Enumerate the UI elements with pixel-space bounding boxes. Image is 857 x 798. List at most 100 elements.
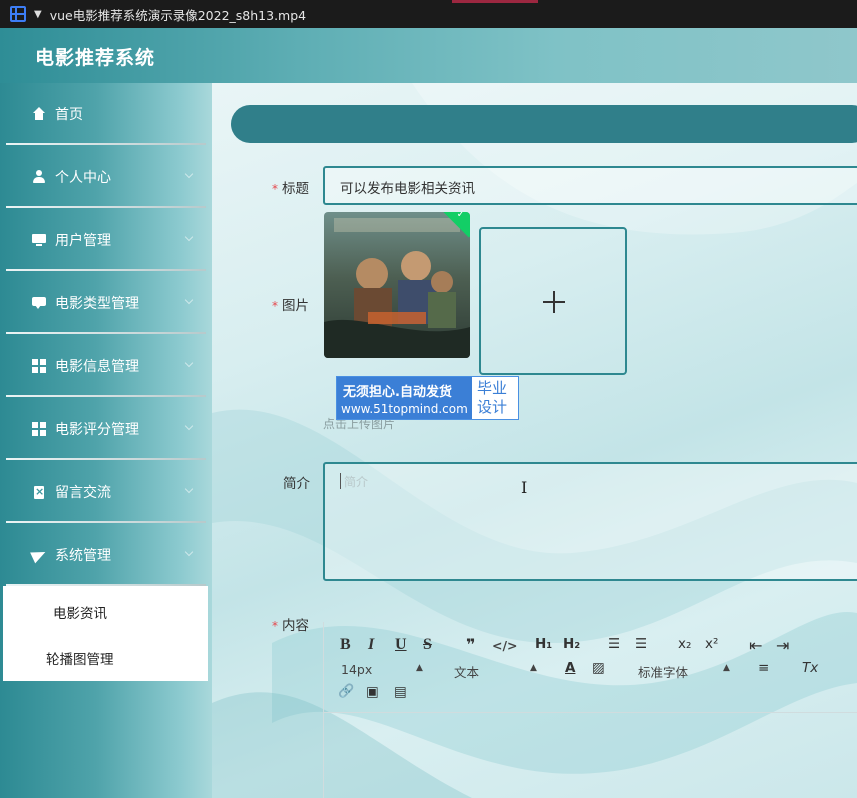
sidebar-item-system[interactable]: 系统管理 [6, 524, 206, 585]
grid-icon [32, 421, 46, 436]
image-button[interactable]: ▣ [366, 684, 379, 700]
blockquote-button[interactable]: ❞ [466, 635, 475, 654]
title-input-value: 可以发布电影相关资讯 [340, 181, 475, 197]
clear-format-button[interactable]: Tx [802, 660, 818, 676]
plus-icon [553, 291, 555, 313]
monitor-icon [32, 233, 46, 247]
title-label: * 标题 [272, 177, 309, 197]
sidebar-divider [6, 206, 206, 208]
sidebar-divider [6, 521, 206, 523]
image-upload-button[interactable] [479, 227, 627, 375]
font-size-arrow-icon[interactable]: ▲ [416, 663, 423, 673]
watermark-right: 毕业设计 [477, 379, 508, 416]
align-button[interactable]: ≡ [758, 660, 769, 676]
text-type-select[interactable]: 文本 [454, 662, 479, 681]
sidebar-item-label: 电影评分管理 [55, 421, 139, 438]
movie-poster-image [324, 212, 470, 358]
heading1-button[interactable]: H₁ [535, 636, 552, 652]
background-color-button[interactable]: ▨ [592, 660, 605, 676]
font-family-arrow-icon[interactable]: ▲ [723, 663, 730, 673]
indent-button[interactable]: ⇥ [776, 636, 789, 655]
sidebar-item-label: 留言交流 [55, 484, 111, 501]
app-header: 电影推荐系统 [0, 28, 857, 83]
submenu-item-carousel[interactable]: 轮播图管理 [46, 648, 114, 668]
sidebar-item-profile[interactable]: 个人中心 [6, 146, 206, 207]
title-label-text: 标题 [282, 181, 309, 197]
user-icon [32, 169, 46, 184]
sidebar-divider [6, 332, 206, 334]
strike-button[interactable]: S [423, 636, 432, 654]
watermark-left: 无须担心.自动发货 www.51topmind.com [337, 377, 472, 419]
watermark-banner: 无须担心.自动发货 www.51topmind.com 毕业设计 [336, 376, 519, 420]
sidebar-divider [6, 269, 206, 271]
summary-label: 简介 [283, 476, 310, 492]
sidebar-divider [6, 143, 206, 145]
sidebar-item-label: 系统管理 [55, 547, 111, 564]
content-label-text: 内容 [282, 618, 309, 634]
dropdown-caret-icon[interactable]: ▼ [34, 9, 42, 20]
chevron-down-icon [184, 358, 194, 368]
chevron-down-icon [184, 484, 194, 494]
sidebar-item-label: 个人中心 [55, 169, 111, 186]
chevron-down-icon [184, 232, 194, 242]
chevron-down-icon [184, 295, 194, 305]
outdent-button[interactable]: ⇤ [749, 636, 762, 655]
sidebar-divider [6, 395, 206, 397]
text-caret [340, 473, 341, 489]
player-titlebar: ▼ vue电影推荐系统演示录像2022_s8h13.mp4 [0, 0, 857, 28]
editor-content-area[interactable] [323, 712, 857, 798]
summary-textarea[interactable] [323, 462, 857, 581]
sidebar-divider [6, 458, 206, 460]
home-icon [32, 106, 46, 121]
font-size-select[interactable]: 14px [341, 662, 372, 677]
underline-button[interactable]: U [395, 636, 407, 654]
sidebar-item-label: 电影信息管理 [55, 358, 139, 375]
video-title: vue电影推荐系统演示录像2022_s8h13.mp4 [49, 7, 307, 23]
progress-accent [452, 0, 538, 3]
ordered-list-button[interactable]: ☰ [608, 636, 620, 652]
italic-button[interactable]: I [368, 636, 374, 654]
sidebar-item-messages[interactable]: 留言交流 [6, 461, 206, 522]
sidebar-item-movie-types[interactable]: 电影类型管理 [6, 272, 206, 333]
sidebar-item-ratings[interactable]: 电影评分管理 [6, 398, 206, 459]
heading2-button[interactable]: H₂ [563, 636, 580, 652]
font-family-select[interactable]: 标准字体 [638, 662, 688, 681]
subscript-button[interactable]: x₂ [678, 636, 691, 652]
required-mark: * [272, 619, 278, 633]
chevron-down-icon [184, 169, 194, 179]
sidebar-item-home[interactable]: 首页 [6, 83, 206, 144]
check-icon: ✓ [456, 212, 466, 221]
code-block-button[interactable]: </> [492, 638, 518, 653]
image-label: * 图片 [272, 294, 309, 314]
required-mark: * [272, 182, 278, 196]
link-button[interactable]: 🔗 [338, 684, 354, 699]
text-type-arrow-icon[interactable]: ▲ [530, 663, 537, 673]
sidebar-item-movie-info[interactable]: 电影信息管理 [6, 335, 206, 396]
grid-icon [32, 358, 46, 373]
submenu-item-movie-news[interactable]: 电影资讯 [53, 602, 107, 622]
watermark-line1: 无须担心.自动发货 [343, 385, 452, 400]
font-color-button[interactable]: A [565, 660, 575, 676]
watermark-line2: www.51topmind.com [341, 402, 468, 416]
chevron-down-icon [184, 421, 194, 431]
video-button[interactable]: ▤ [394, 684, 407, 700]
content-label: * 内容 [272, 614, 309, 634]
content-topbar [231, 105, 857, 143]
image-label-text: 图片 [282, 298, 309, 314]
sidebar-item-label: 用户管理 [55, 232, 111, 249]
bold-button[interactable]: B [340, 636, 351, 654]
chat-icon [32, 296, 46, 310]
sidebar-item-label: 首页 [55, 106, 83, 123]
title-input[interactable]: 可以发布电影相关资讯 [323, 166, 857, 205]
send-icon [32, 548, 46, 562]
system-submenu: 电影资讯 轮播图管理 [3, 586, 208, 681]
player-app-icon[interactable] [10, 6, 26, 22]
summary-placeholder: 简介 [344, 475, 369, 489]
uploaded-image-thumbnail[interactable]: ✓ [324, 212, 470, 358]
sidebar-item-users[interactable]: 用户管理 [6, 209, 206, 270]
sidebar-item-label: 电影类型管理 [55, 295, 139, 312]
superscript-button[interactable]: x² [705, 636, 718, 652]
bullet-list-button[interactable]: ☰ [635, 636, 647, 652]
chevron-down-icon [184, 547, 194, 557]
ibeam-cursor-icon: I [521, 478, 528, 497]
